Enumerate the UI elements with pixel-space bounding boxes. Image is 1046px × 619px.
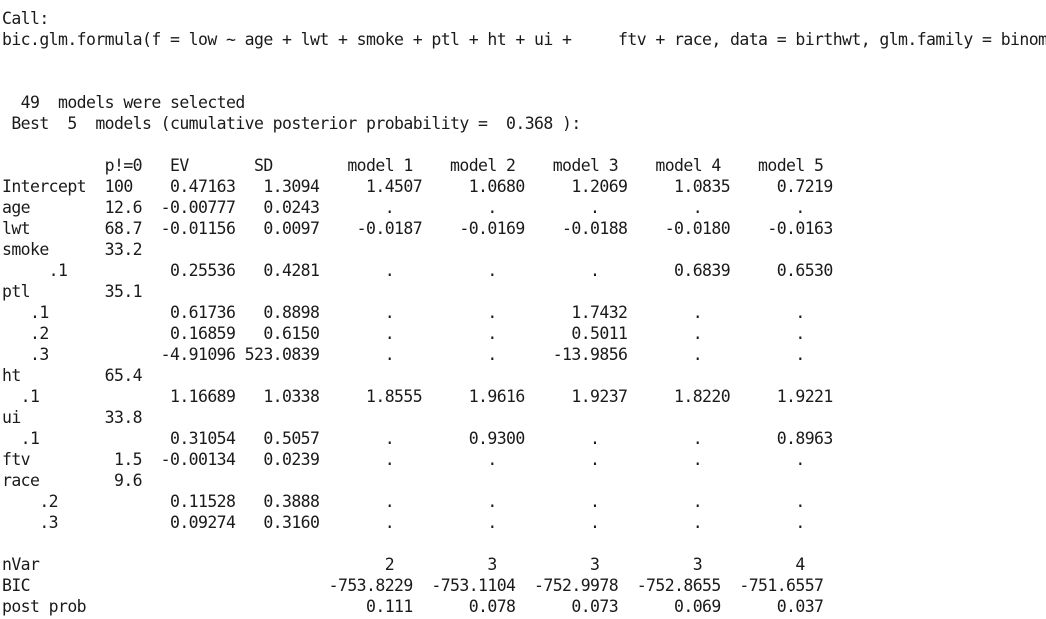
- r-console-output: Call: bic.glm.formula(f = low ~ age + lwt…: [2, 8, 1046, 617]
- table-row-smoke-1: .1 0.25536 0.4281 . . . 0.6839 0.6530: [2, 261, 834, 280]
- table-row-ptl-1: .1 0.61736 0.8898 . . 1.7432 . .: [2, 303, 805, 322]
- table-row-ht-1: .1 1.16689 1.0338 1.8555 1.9616 1.9237 1…: [2, 387, 834, 406]
- table-row-ht: ht 65.4: [2, 366, 143, 385]
- summary-row-bic: BIC -753.8229 -753.1104 -752.9978 -752.8…: [2, 576, 824, 595]
- table-row-ptl-3: .3 -4.91096 523.0839 . . -13.9856 . .: [2, 345, 805, 364]
- models-selected-text: 49 models were selected: [2, 93, 246, 112]
- table-row-ptl: ptl 35.1: [2, 282, 143, 301]
- table-row-race-2: .2 0.11528 0.3888 . . . . .: [2, 492, 805, 511]
- table-row-lwt: lwt 68.7 -0.01156 0.0097 -0.0187 -0.0169…: [2, 219, 833, 238]
- summary-row-post-prob: post prob 0.111 0.078 0.073 0.069 0.037: [2, 597, 824, 616]
- table-row-ptl-2: .2 0.16859 0.6150 . . 0.5011 . .: [2, 324, 805, 343]
- summary-row-nvar: nVar 2 3 3 3 4: [2, 555, 805, 574]
- table-row-race-3: .3 0.09274 0.3160 . . . . .: [2, 513, 805, 532]
- table-row-race: race 9.6: [2, 471, 143, 490]
- best-models-text: Best 5 models (cumulative posterior prob…: [2, 114, 581, 133]
- call-formula: bic.glm.formula(f = low ~ age + lwt + sm…: [2, 30, 1046, 49]
- table-row-ftv: ftv 1.5 -0.00134 0.0239 . . . . .: [2, 450, 805, 469]
- table-header-row: p!=0 EV SD model 1 model 2 model 3 model…: [2, 156, 824, 175]
- table-row-age: age 12.6 -0.00777 0.0243 . . . . .: [2, 198, 805, 217]
- call-header: Call:: [2, 9, 49, 28]
- table-row-ui-1: .1 0.31054 0.5057 . 0.9300 . . 0.8963: [2, 429, 834, 448]
- table-row-intercept: Intercept 100 0.47163 1.3094 1.4507 1.06…: [2, 177, 833, 196]
- table-row-ui: ui 33.8: [2, 408, 143, 427]
- table-row-smoke: smoke 33.2: [2, 240, 143, 259]
